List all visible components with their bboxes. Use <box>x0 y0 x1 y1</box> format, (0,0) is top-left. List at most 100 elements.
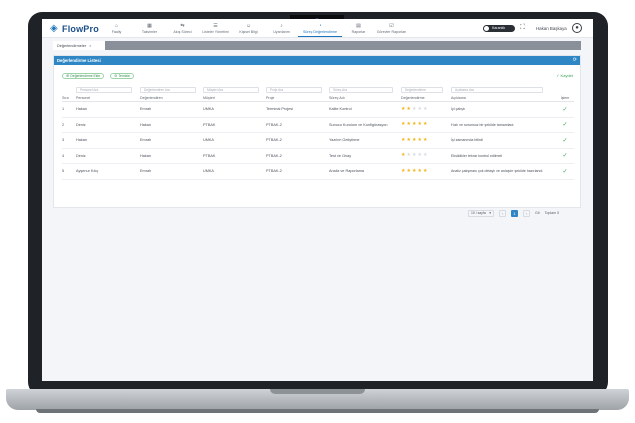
star-icon: ★ <box>417 121 422 128</box>
save-button[interactable]: ✓ Kaydet <box>556 73 573 78</box>
user-avatar-icon[interactable]: ● <box>572 23 582 33</box>
logo[interactable]: ◈ FlowPro <box>50 23 99 34</box>
table-row[interactable]: 1 Hakan Emrah UMKA Terminal Projesi Kalite Ko… <box>62 102 574 118</box>
clear-circle-icon: ⊘ <box>114 73 118 78</box>
table-row[interactable]: 5 Ayşenur Kılıç Emrah UMKA PTBAK-2 Analiz ve … <box>62 164 574 180</box>
nav-item-label: Akış Süreci <box>173 30 192 34</box>
filter-input-aciklama[interactable]: Açıklama Ara <box>451 86 543 93</box>
pagination: 10 / sayfa ▾ ‹ 1 › Git Toplam 5 <box>468 209 559 217</box>
nav-item-label: Süreç Değerlendirme <box>303 29 337 34</box>
logo-diamond-icon: ◈ <box>50 22 58 34</box>
table-row[interactable]: 4 Deniz Hakan PTBAK PTBAK-2 Test ve Onay ★ ★ ★ ★ ★… <box>62 149 574 164</box>
approve-check-icon[interactable]: ✓ <box>562 137 567 144</box>
filter-row: Personel Ara Değerlendiren Ara Müşteri Ara… <box>62 85 574 94</box>
toggle-knob <box>484 26 489 31</box>
table-body: 1 Hakan Emrah UMKA Terminal Projesi Kalite Ko… <box>62 102 574 180</box>
star-icon: ★ <box>422 105 428 112</box>
filter-input-surec[interactable]: Süreç Ara <box>329 86 393 93</box>
star-icon: ★ <box>422 167 428 174</box>
star-icon: ★ <box>417 167 422 174</box>
column-header-proje[interactable]: Proje <box>266 94 326 101</box>
nav-item-3[interactable]: ⇆ Akış Süreci <box>166 20 199 37</box>
cell-personel: Hakan <box>76 138 87 143</box>
user-icon: ☺ <box>245 23 252 29</box>
page-1-button[interactable]: 1 <box>511 209 518 217</box>
nav-item-6[interactable]: ♪ Uyarılarım <box>265 20 298 37</box>
star-icon: ★ <box>401 121 406 128</box>
cell-musteri: PTBAK <box>203 122 216 127</box>
approve-check-icon[interactable]: ✓ <box>562 168 567 175</box>
cell-no: 3 <box>62 138 65 143</box>
nav-item-label: Raporlar <box>351 30 366 34</box>
page-size-select[interactable]: 10 / sayfa ▾ <box>468 209 494 217</box>
home-icon: ⌂ <box>114 23 119 29</box>
column-header-no[interactable]: Sıra <box>62 94 74 101</box>
refresh-icon[interactable]: ⟳ <box>573 57 577 63</box>
check-icon: ✓ <box>556 73 560 78</box>
nav-item-4[interactable]: ☰ Listeler Yönetimi <box>199 20 232 37</box>
column-header-aciklama[interactable]: Açıklama <box>451 94 547 101</box>
tab-degerlendirmeler[interactable]: Değerlendirmeler × <box>53 41 105 50</box>
close-icon[interactable]: × <box>89 43 91 48</box>
filter-input-musteri[interactable]: Müşteri Ara <box>203 86 259 93</box>
table-header-row: Sıra Personel Değerlendiren Müşteri Proje Sür… <box>62 94 574 102</box>
cell-personel: Deniz <box>76 153 86 158</box>
column-header-surec[interactable]: Süreç Adı <box>329 94 397 101</box>
column-header-personel[interactable]: Personel <box>76 94 136 101</box>
clear-button[interactable]: ⊘ Temizle <box>110 73 134 79</box>
star-icon: ★ <box>401 167 406 174</box>
cell-proje: PTBAK-2 <box>266 138 282 143</box>
star-icon: ★ <box>422 136 428 143</box>
filter-input-rating[interactable]: Değerlendirme <box>401 86 443 93</box>
nav-item-2[interactable]: ▦ Takvimler <box>133 20 166 37</box>
cell-degerlendiren: Emrah <box>140 138 152 143</box>
chevron-down-icon: ▾ <box>489 211 491 215</box>
approve-check-icon[interactable]: ✓ <box>562 106 567 113</box>
cell-no: 2 <box>62 122 65 127</box>
column-header-musteri[interactable]: Müşteri <box>203 94 263 101</box>
approve-check-icon[interactable]: ✓ <box>562 121 567 128</box>
rating-stars: ★ ★ ★ ★ ★ <box>401 102 447 117</box>
nav-item-label: Listeler Yönetimi <box>202 30 229 34</box>
approve-check-icon[interactable]: ✓ <box>562 152 567 159</box>
star-icon: ★ <box>411 136 417 143</box>
toggle-label: Karanlık <box>492 26 506 30</box>
screen: ◈ FlowPro ⌂ Faaliy ▦ Takvimler ⇆ Akış Süreci ☰… <box>42 19 593 381</box>
cell-surec: Kalite Kontrol <box>329 107 352 112</box>
nav-item-5[interactable]: ☺ Kişisel Bilgi <box>232 20 265 37</box>
cell-proje: Terminal Projesi <box>266 107 294 112</box>
nav-item-9[interactable]: ☑ Görevler Raporları <box>375 20 408 37</box>
column-header-rating[interactable]: Değerlendirme <box>401 94 447 101</box>
logo-text: FlowPro <box>62 23 99 34</box>
next-page-button[interactable]: › <box>523 209 530 217</box>
user-name[interactable]: Hakan Başkaya <box>536 26 567 31</box>
add-evaluation-button[interactable]: ⊕ Değerlendirme Ekle <box>62 73 105 79</box>
nav-item-1[interactable]: ⌂ Faaliy <box>100 20 133 37</box>
filter-input-degerlendiren[interactable]: Değerlendiren Ara <box>140 86 196 93</box>
cell-surec: Yazılım Geliştirme <box>329 138 360 143</box>
filter-input-personel[interactable]: Personel Ara <box>76 86 132 93</box>
nav-item-label: Uyarılarım <box>273 30 290 34</box>
cell-surec: Analiz ve Raporlama <box>329 169 365 174</box>
go-to-page-label[interactable]: Git <box>535 211 540 215</box>
theme-toggle[interactable]: Karanlık <box>483 25 515 32</box>
cell-musteri: UMKA <box>203 107 214 112</box>
column-header-degerlendiren[interactable]: Değerlendiren <box>140 94 200 101</box>
page-size-value: 10 / sayfa <box>471 211 486 215</box>
evaluation-table: Personel Ara Değerlendiren Ara Müşteri Ara… <box>62 85 574 180</box>
nav-item-7[interactable]: ◔ Süreç Değerlendirme <box>298 20 342 37</box>
column-header-islem[interactable]: İşlem <box>556 94 574 101</box>
cell-degerlendiren: Hakan <box>140 122 151 127</box>
filter-input-proje[interactable]: Proje Ara <box>266 86 322 93</box>
prev-page-button[interactable]: ‹ <box>499 209 506 217</box>
cell-proje: PTBAK-2 <box>266 122 282 127</box>
table-row[interactable]: 3 Hakan Emrah UMKA PTBAK-2 Yazılım Geliştirme… <box>62 133 574 149</box>
nav-item-8[interactable]: ▤ Raporlar <box>342 20 375 37</box>
star-icon: ★ <box>417 136 422 143</box>
flow-icon: ⇆ <box>180 23 185 29</box>
cell-proje: PTBAK-2 <box>266 153 282 158</box>
fullscreen-icon[interactable]: ⛶ <box>520 24 525 32</box>
nav-item-label: Takvimler <box>141 30 158 34</box>
table-row[interactable]: 2 Deniz Hakan PTBAK PTBAK-2 Sunucu Kurulum ve… <box>62 118 574 133</box>
rating-stars: ★ ★ ★ ★ ★ <box>401 133 447 148</box>
